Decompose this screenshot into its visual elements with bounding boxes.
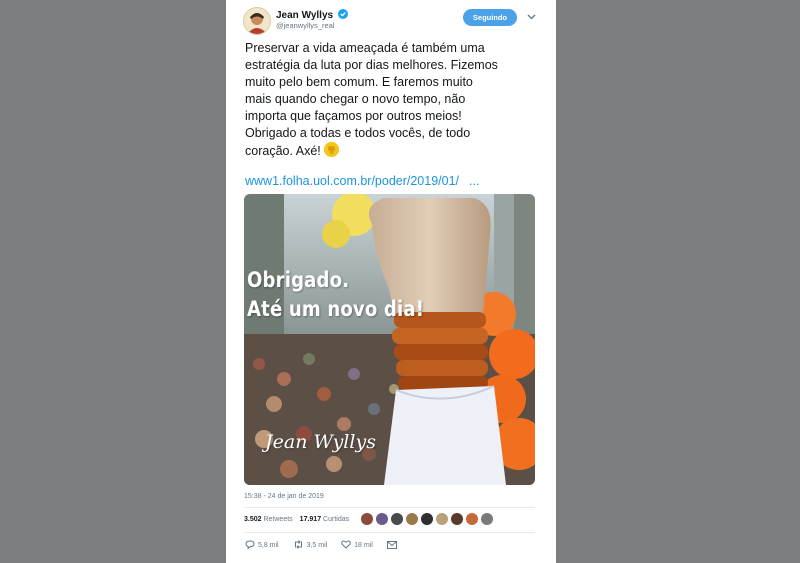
reply-icon [245, 540, 255, 550]
liker-avatar[interactable] [391, 513, 403, 525]
author-avatar[interactable] [243, 7, 271, 35]
chevron-down-icon[interactable] [527, 14, 536, 20]
tweet-text-line: muito pelo bem comum. E faremos muito [245, 75, 473, 89]
liker-avatar[interactable] [406, 513, 418, 525]
liker-avatar[interactable] [361, 513, 373, 525]
liker-avatar[interactable] [466, 513, 478, 525]
following-button[interactable]: Seguindo [463, 9, 517, 26]
heart-icon [341, 540, 352, 549]
divider [244, 507, 535, 508]
likes-stat[interactable]: 17.917 Curtidas [300, 516, 349, 523]
like-count: 18 mil [354, 542, 373, 549]
tweet-text-line: coração. Axé! [245, 144, 321, 158]
image-caption: Obrigado. Até um novo dia! [247, 266, 424, 324]
tweet-timestamp[interactable]: 15:38 - 24 de jan de 2019 [244, 493, 324, 500]
tweet-text-line: mais quando chegar o novo tempo, não [245, 92, 466, 106]
tweet-text-line-last: coração. Axé! [245, 142, 545, 160]
tweet-actions: 5,8 mil 3,5 mil 18 mil [245, 540, 412, 550]
reply-action[interactable]: 5,8 mil [245, 540, 279, 550]
retweet-icon [294, 540, 302, 549]
avatar-portrait [244, 8, 270, 34]
author-name-text[interactable]: Jean Wyllys [276, 10, 333, 21]
verified-badge-icon [337, 9, 348, 19]
engagement-stats: 3.502 Retweets 17.917 Curtidas [244, 516, 349, 523]
direct-message-action[interactable] [386, 541, 400, 549]
envelope-icon [386, 541, 397, 549]
retweets-stat[interactable]: 3.502 Retweets [244, 516, 293, 523]
raised-fist-emoji-icon [323, 142, 339, 157]
article-link-ellipsis[interactable]: ... [469, 174, 479, 188]
liker-avatar[interactable] [481, 513, 493, 525]
liker-avatars [361, 513, 496, 531]
divider [244, 532, 535, 533]
tweet-card: Jean Wyllys @jeanwyllys_real Seguindo Pr… [226, 0, 556, 563]
liker-avatar[interactable] [421, 513, 433, 525]
tweet-text-line: importa que façamos por outros meios! [245, 109, 462, 123]
retweets-label: Retweets [263, 516, 293, 523]
like-action[interactable]: 18 mil [341, 540, 373, 549]
retweets-count: 3.502 [244, 516, 262, 523]
article-link[interactable]: www1.folha.uol.com.br/poder/2019/01/... [245, 174, 479, 188]
tweet-text-line: estratégia da luta por dias melhores. Fi… [245, 58, 498, 72]
likes-count: 17.917 [299, 516, 322, 523]
reply-count: 5,8 mil [258, 542, 279, 549]
liker-avatar[interactable] [451, 513, 463, 525]
author-handle[interactable]: @jeanwyllys_real [276, 21, 334, 30]
tweet-text: Preservar a vida ameaçada é também uma e… [245, 40, 545, 160]
liker-avatar[interactable] [376, 513, 388, 525]
retweet-action[interactable]: 3,5 mil [293, 540, 328, 549]
retweet-count: 3,5 mil [306, 542, 328, 549]
liker-avatar[interactable] [436, 513, 448, 525]
article-link-url[interactable]: www1.folha.uol.com.br/poder/2019/01/ [245, 174, 459, 188]
image-caption-line: Obrigado. [247, 268, 350, 292]
image-signature: Jean Wyllys [265, 431, 376, 453]
author-name[interactable]: Jean Wyllys [276, 9, 348, 21]
tweet-text-line: Preservar a vida ameaçada é também uma [245, 41, 485, 55]
tweet-image[interactable]: Obrigado. Até um novo dia! Jean Wyllys [244, 194, 535, 485]
tweet-text-line: Obrigado a todas e todos vocês, de todo [245, 126, 471, 140]
likes-label: Curtidas [323, 516, 350, 523]
image-caption-line: Até um novo dia! [247, 297, 425, 321]
